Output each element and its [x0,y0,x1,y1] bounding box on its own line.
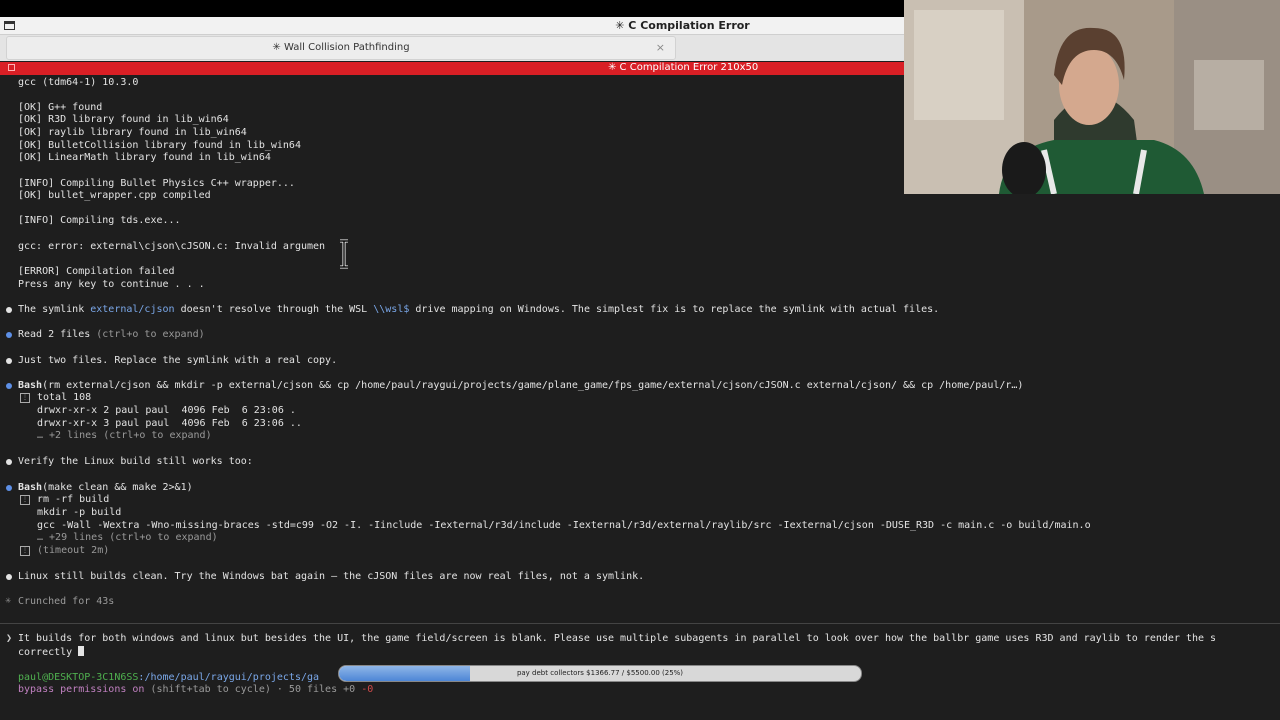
close-icon[interactable]: × [656,41,665,54]
bash-output: total 108 [37,392,92,403]
message-bullet-icon [6,574,12,580]
read-files-line[interactable]: Read 2 files (ctrl+o to expand) [18,329,205,341]
build-error-line: gcc: error: external\cjson\cJSON.c: Inva… [18,241,326,252]
permission-status[interactable]: bypass permissions on (shift+tab to cycl… [18,684,373,696]
text-cursor [78,646,85,656]
build-line: [OK] raylib library found in lib_win64 [18,127,247,138]
bash-output: rm -rf build [37,494,110,505]
sparkle-icon: ✳ [5,595,12,606]
shell-path: paul@DESKTOP-3C1N6SS:/home/paul/raygui/p… [18,672,320,683]
build-line: [OK] bullet_wrapper.cpp compiled [18,190,211,201]
tool-bullet-icon [6,485,12,491]
assistant-message: The symlink external/cjson doesn't resol… [18,304,940,315]
bash-output: gcc -Wall -Wextra -Wno-missing-braces -s… [37,520,1091,531]
bash-command: Bash(rm external/cjson && mkdir -p exter… [18,380,1024,391]
timer-icon: ⋮ [20,546,30,556]
text-cursor-icon [340,239,348,269]
prompt-arrow-icon: ❯ [6,633,13,644]
build-line: [ERROR] Compilation failed [18,266,175,277]
assistant-message: Verify the Linux build still works too: [18,456,253,467]
build-line: [OK] LinearMath library found in lib_win… [18,152,271,163]
bash-output: drwxr-xr-x 2 paul paul 4096 Feb 6 23:06 … [37,405,296,416]
message-bullet-icon [6,459,12,465]
assistant-message: Linux still builds clean. Try the Window… [18,571,645,582]
prompt-divider [0,623,1280,624]
assistant-message: Just two files. Replace the symlink with… [18,355,338,366]
build-line: [OK] BulletCollision library found in li… [18,140,301,151]
tool-bullet-icon [6,332,12,338]
prompt-input-line2[interactable]: correctly [18,646,85,658]
tool-bullet-icon [6,383,12,389]
message-bullet-icon [6,358,12,364]
webcam-overlay [904,0,1280,194]
tab-wall-collision[interactable]: ✳ Wall Collision Pathfinding × [6,36,676,60]
expand-hint[interactable]: … +29 lines (ctrl+o to expand) [37,532,218,544]
output-icon: ⋮ [20,495,30,505]
bash-output: mkdir -p build [37,507,122,518]
prompt-input-line1[interactable]: It builds for both windows and linux but… [18,633,1216,645]
bash-command: Bash(make clean && make 2>&1) [18,482,193,493]
build-line: [OK] G++ found [18,102,103,113]
tab-label: ✳ Wall Collision Pathfinding [272,42,410,53]
pane-title: ✳ C Compilation Error 210x50 [608,62,759,73]
message-bullet-icon [6,307,12,313]
output-icon: ⋮ [20,393,30,403]
build-line: [INFO] Compiling Bullet Physics C++ wrap… [18,178,295,189]
progress-label: pay debt collectors $1366.77 / $5500.00 … [516,669,684,677]
build-line: gcc (tdm64-1) 10.3.0 [18,77,139,88]
build-line: Press any key to continue . . . [18,279,205,290]
crunched-status: Crunched for 43s [18,596,115,607]
build-line: [INFO] Compiling tds.exe... [18,215,181,226]
timeout-note: (timeout 2m) [37,545,110,556]
build-line: [OK] R3D library found in lib_win64 [18,114,229,125]
expand-hint[interactable]: … +2 lines (ctrl+o to expand) [37,430,212,442]
debt-progress-bar: pay debt collectors $1366.77 / $5500.00 … [338,665,862,682]
webcam-person-image [904,0,1280,194]
bash-output: drwxr-xr-x 3 paul paul 4096 Feb 6 23:06 … [37,418,302,429]
pane-icon [8,64,15,71]
